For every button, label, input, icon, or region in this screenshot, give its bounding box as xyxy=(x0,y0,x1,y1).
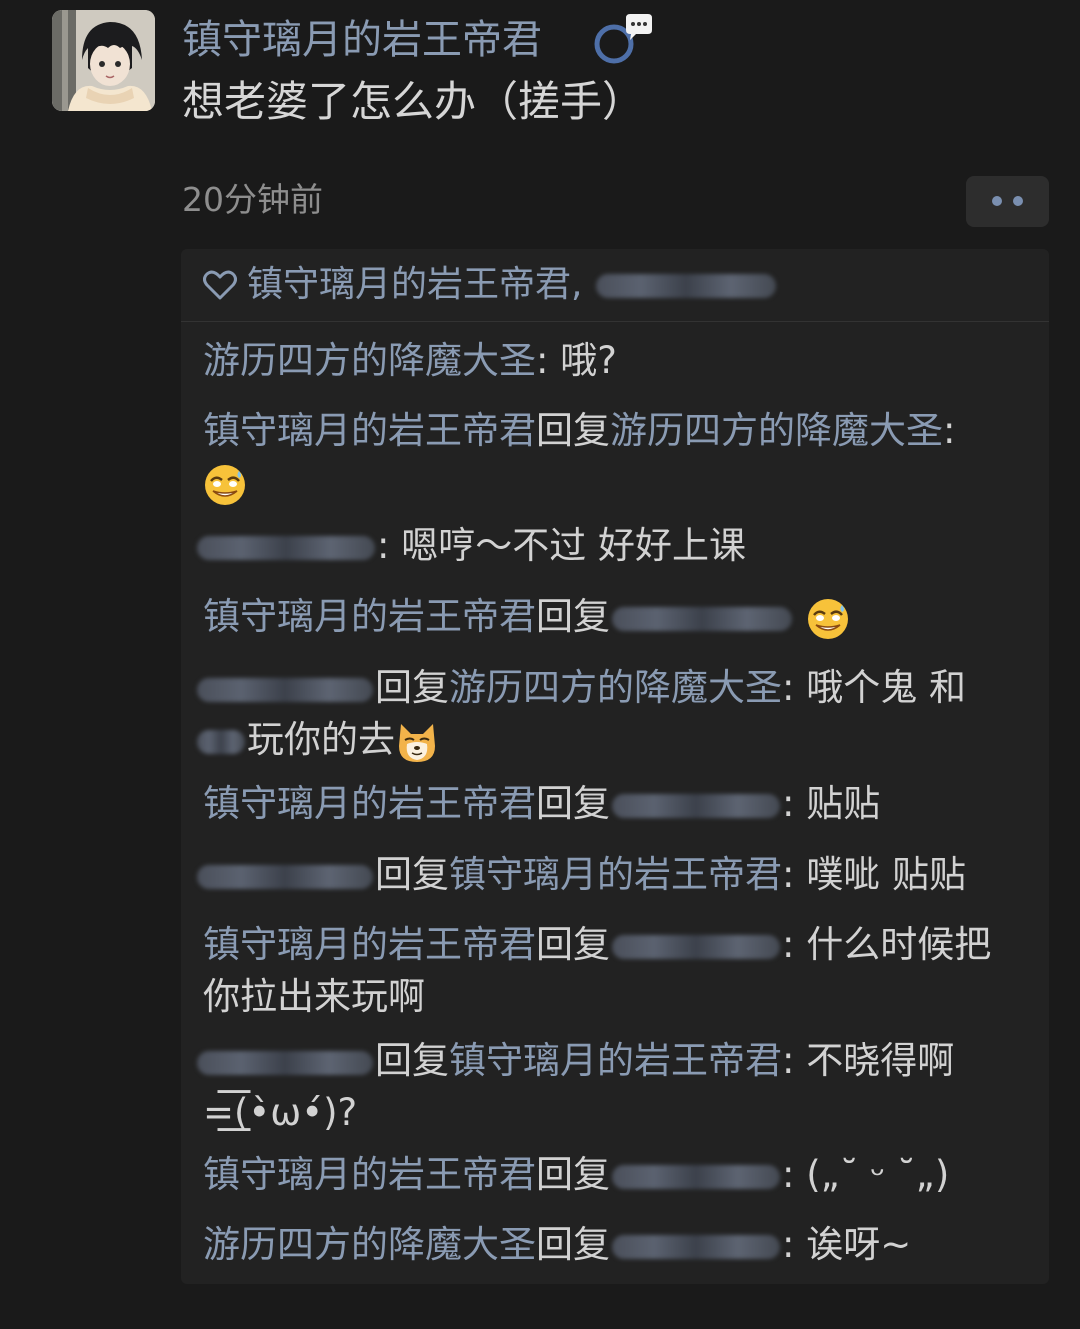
redacted-name xyxy=(612,934,780,959)
comment-separator: : xyxy=(536,339,549,382)
likes-row: 镇守璃月的岩王帝君, xyxy=(181,249,1049,322)
comment-text: („˘ ᵕ ˘„) xyxy=(794,1153,950,1196)
redacted-name xyxy=(612,793,780,818)
comment-separator: : xyxy=(782,1039,795,1082)
post-username[interactable]: 镇守璃月的岩王帝君 xyxy=(182,14,542,66)
redacted-name xyxy=(595,274,776,298)
comment-separator: : xyxy=(782,1153,795,1196)
comment-item[interactable]: 游历四方的降魔大圣: 哦? xyxy=(203,335,1033,387)
reply-word: 回复 xyxy=(536,782,610,825)
reply-word: 回复 xyxy=(536,923,610,966)
comment-text: 噗呲 贴贴 xyxy=(794,853,966,896)
comment-item[interactable]: 游历四方的降魔大圣回复: 诶呀~ xyxy=(203,1219,1033,1271)
reply-word: 回复 xyxy=(375,1039,449,1082)
reply-word: 回复 xyxy=(536,409,610,452)
redacted-name xyxy=(612,606,792,631)
more-dots-icon xyxy=(992,196,1002,206)
more-options-button[interactable] xyxy=(966,176,1049,227)
comment-author[interactable]: 游历四方的降魔大圣 xyxy=(203,339,536,382)
grinning-sweat-emoji xyxy=(806,597,850,641)
reply-word: 回复 xyxy=(536,1223,610,1266)
comment-item[interactable]: 游历四方的降魔大圣镇守璃月的岩王帝君回复游历四方的降魔大圣: xyxy=(203,405,1033,509)
comment-item[interactable]: 回复游历四方的降魔大圣: 哦个鬼 和 玩你的去 xyxy=(195,662,1025,766)
comment-author[interactable]: 镇守璃月的岩王帝君 xyxy=(203,923,536,966)
post-text: 想老婆了怎么办（搓手） xyxy=(182,77,645,126)
comment-item[interactable]: 镇守璃月的岩王帝君回复 xyxy=(203,591,1033,643)
comment-item[interactable]: : 嗯哼～不过 好好上课 xyxy=(195,520,1025,572)
comment-text: 不晓得啊 xyxy=(794,1039,955,1082)
comment-separator: : xyxy=(782,923,795,966)
reply-word: 回复 xyxy=(536,1153,610,1196)
comment-item[interactable]: 镇守璃月的岩王帝君回复: 什么时候把 你拉出来玩啊 xyxy=(203,919,1033,1023)
likes-names[interactable]: 镇守璃月的岩王帝君, xyxy=(247,264,582,305)
redacted-name xyxy=(197,729,245,754)
comment-text: 诶呀~ xyxy=(794,1223,912,1266)
speech-bubble-badge-icon xyxy=(590,12,656,68)
post-timestamp: 20分钟前 xyxy=(182,180,323,219)
comment-separator: : xyxy=(943,409,956,452)
reply-target[interactable]: 游历四方的降魔大圣 xyxy=(610,409,943,452)
redacted-name xyxy=(197,677,373,702)
comment-item[interactable]: 回复镇守璃月的岩王帝君: 噗呲 贴贴 xyxy=(195,849,1025,901)
reply-word: 回复 xyxy=(375,853,449,896)
reply-target[interactable]: 镇守璃月的岩王帝君 xyxy=(449,1039,782,1082)
comment-text: 嗯哼～不过 好好上课 xyxy=(389,524,746,567)
more-dots-icon xyxy=(1013,196,1023,206)
comment-author[interactable]: 镇守璃月的岩王帝君 xyxy=(203,1153,536,1196)
comment-text-continued: 玩你的去 xyxy=(247,718,395,761)
reply-word: 回复 xyxy=(375,666,449,709)
doge-emoji xyxy=(395,720,439,764)
reply-target[interactable]: 游历四方的降魔大圣 xyxy=(449,666,782,709)
reply-target[interactable]: 镇守璃月的岩王帝君 xyxy=(449,853,782,896)
redacted-name xyxy=(197,864,373,889)
heart-outline-icon[interactable] xyxy=(203,269,237,301)
comments-panel: 镇守璃月的岩王帝君, 游历四方的降魔大圣: 哦? 游历四方的降魔大圣镇守璃月的岩… xyxy=(181,249,1049,1284)
comment-author[interactable]: 游历四方的降魔大圣 xyxy=(203,1223,536,1266)
comment-item[interactable]: 镇守璃月的岩王帝君回复: 贴贴 xyxy=(203,778,1033,830)
user-avatar[interactable] xyxy=(52,10,155,111)
reply-word: 回复 xyxy=(536,595,610,638)
comment-text: 什么时候把 xyxy=(794,923,992,966)
comment-item[interactable]: 回复镇守璃月的岩王帝君: 不晓得啊 =͟͟͞͞(•̀ω•́)? xyxy=(195,1035,1025,1139)
comment-separator: : xyxy=(782,666,795,709)
comment-author[interactable]: 镇守璃月的岩王帝君 xyxy=(203,595,536,638)
comment-text: 哦? xyxy=(548,339,617,382)
redacted-name xyxy=(197,1050,373,1075)
comment-author[interactable]: 镇守璃月的岩王帝君 xyxy=(203,782,536,825)
redacted-name xyxy=(197,535,375,560)
comment-separator: : xyxy=(377,524,390,567)
comment-separator: : xyxy=(782,853,795,896)
comment-text: 贴贴 xyxy=(794,782,881,825)
grinning-sweat-emoji xyxy=(203,463,247,507)
redacted-name xyxy=(612,1164,780,1189)
comment-text-continued: 你拉出来玩啊 xyxy=(203,975,425,1018)
comment-author[interactable]: 镇守璃月的岩王帝君 xyxy=(203,409,536,452)
comment-separator: : xyxy=(782,782,795,825)
comment-item[interactable]: 镇守璃月的岩王帝君回复: („˘ ᵕ ˘„) xyxy=(203,1149,1033,1201)
comment-separator: : xyxy=(782,1223,795,1266)
comment-text: 哦个鬼 和 xyxy=(794,666,966,709)
redacted-name xyxy=(612,1234,780,1259)
comment-text-continued: =͟͟͞͞(•̀ω•́)? xyxy=(203,1091,358,1134)
